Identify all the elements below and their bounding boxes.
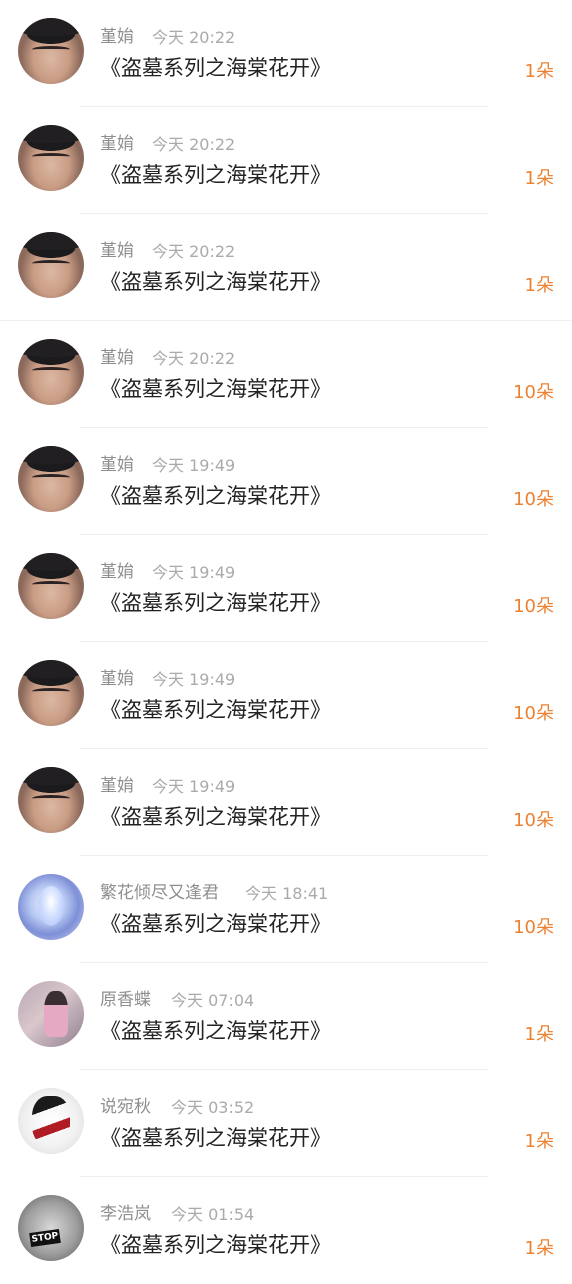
gift-record-list: 堇姢 今天 20:22 《盗墓系列之海棠花开》 1朵 堇姢 今天 20:22 《… (0, 0, 572, 1280)
book-title[interactable]: 《盗墓系列之海棠花开》 (100, 52, 331, 82)
avatar[interactable] (18, 232, 84, 298)
timestamp: 今天 18:41 (245, 884, 329, 903)
user-name[interactable]: 堇姢 (100, 771, 134, 796)
book-title[interactable]: 《盗墓系列之海棠花开》 (100, 694, 331, 724)
stop-sign-image: STOP (29, 1228, 61, 1248)
book-title[interactable]: 《盗墓系列之海棠花开》 (100, 801, 331, 831)
book-title[interactable]: 《盗墓系列之海棠花开》 (100, 1015, 331, 1045)
flower-count: 10朵 (513, 596, 554, 617)
user-name[interactable]: 堇姢 (100, 664, 134, 689)
timestamp: 今天 01:54 (171, 1205, 255, 1224)
user-name[interactable]: 堇姢 (100, 22, 134, 47)
avatar[interactable]: STOP (18, 1195, 84, 1261)
flower-count: 1朵 (524, 1238, 554, 1259)
avatar[interactable] (18, 981, 84, 1047)
avatar[interactable] (18, 339, 84, 405)
list-item[interactable]: 说宛秋 今天 03:52 《盗墓系列之海棠花开》 1朵 (0, 1070, 572, 1177)
flower-count: 1朵 (524, 1131, 554, 1152)
avatar[interactable] (18, 1088, 84, 1154)
list-item[interactable]: 繁花倾尽又逢君 今天 18:41 《盗墓系列之海棠花开》 10朵 (0, 856, 572, 963)
book-title[interactable]: 《盗墓系列之海棠花开》 (100, 373, 331, 403)
book-title[interactable]: 《盗墓系列之海棠花开》 (100, 159, 331, 189)
timestamp: 今天 20:22 (152, 349, 236, 368)
list-item[interactable]: 堇姢 今天 19:49 《盗墓系列之海棠花开》 10朵 (0, 642, 572, 749)
user-name[interactable]: 原香蝶 (100, 985, 151, 1010)
flower-count: 10朵 (513, 489, 554, 510)
avatar[interactable] (18, 446, 84, 512)
flower-count: 1朵 (524, 61, 554, 82)
flower-count: 10朵 (513, 917, 554, 938)
flower-count: 10朵 (513, 810, 554, 831)
avatar[interactable] (18, 767, 84, 833)
list-item[interactable]: STOP 李浩岚 今天 01:54 《盗墓系列之海棠花开》 1朵 (0, 1177, 572, 1284)
list-item[interactable]: 堇姢 今天 19:49 《盗墓系列之海棠花开》 10朵 (0, 749, 572, 856)
list-item[interactable]: 堇姢 今天 20:22 《盗墓系列之海棠花开》 1朵 (0, 107, 572, 214)
timestamp: 今天 20:22 (152, 135, 236, 154)
flower-count: 1朵 (524, 168, 554, 189)
list-item[interactable]: 堇姢 今天 20:22 《盗墓系列之海棠花开》 1朵 (0, 214, 572, 321)
list-item[interactable]: 堇姢 今天 19:49 《盗墓系列之海棠花开》 10朵 (0, 428, 572, 535)
flower-count: 1朵 (524, 275, 554, 296)
timestamp: 今天 20:22 (152, 242, 236, 261)
user-name[interactable]: 堇姢 (100, 343, 134, 368)
timestamp: 今天 19:49 (152, 563, 236, 582)
list-item[interactable]: 堇姢 今天 20:22 《盗墓系列之海棠花开》 10朵 (0, 321, 572, 428)
book-title[interactable]: 《盗墓系列之海棠花开》 (100, 1122, 331, 1152)
list-item[interactable]: 堇姢 今天 20:22 《盗墓系列之海棠花开》 1朵 (0, 0, 572, 107)
user-name[interactable]: 繁花倾尽又逢君 (100, 878, 219, 903)
timestamp: 今天 03:52 (171, 1098, 255, 1117)
avatar[interactable] (18, 125, 84, 191)
list-item[interactable]: 堇姢 今天 19:49 《盗墓系列之海棠花开》 10朵 (0, 535, 572, 642)
list-item[interactable]: 原香蝶 今天 07:04 《盗墓系列之海棠花开》 1朵 (0, 963, 572, 1070)
user-name[interactable]: 堇姢 (100, 236, 134, 261)
book-title[interactable]: 《盗墓系列之海棠花开》 (100, 1229, 331, 1259)
flower-count: 10朵 (513, 703, 554, 724)
avatar[interactable] (18, 874, 84, 940)
timestamp: 今天 19:49 (152, 456, 236, 475)
avatar[interactable] (18, 660, 84, 726)
timestamp: 今天 19:49 (152, 670, 236, 689)
book-title[interactable]: 《盗墓系列之海棠花开》 (100, 266, 331, 296)
flower-count: 1朵 (524, 1024, 554, 1045)
book-title[interactable]: 《盗墓系列之海棠花开》 (100, 480, 331, 510)
user-name[interactable]: 说宛秋 (100, 1092, 151, 1117)
avatar[interactable] (18, 553, 84, 619)
book-title[interactable]: 《盗墓系列之海棠花开》 (100, 587, 331, 617)
timestamp: 今天 07:04 (171, 991, 255, 1010)
user-name[interactable]: 堇姢 (100, 557, 134, 582)
user-name[interactable]: 李浩岚 (100, 1199, 151, 1224)
timestamp: 今天 20:22 (152, 28, 236, 47)
user-name[interactable]: 堇姢 (100, 129, 134, 154)
avatar[interactable] (18, 18, 84, 84)
user-name[interactable]: 堇姢 (100, 450, 134, 475)
flower-count: 10朵 (513, 382, 554, 403)
timestamp: 今天 19:49 (152, 777, 236, 796)
book-title[interactable]: 《盗墓系列之海棠花开》 (100, 908, 331, 938)
